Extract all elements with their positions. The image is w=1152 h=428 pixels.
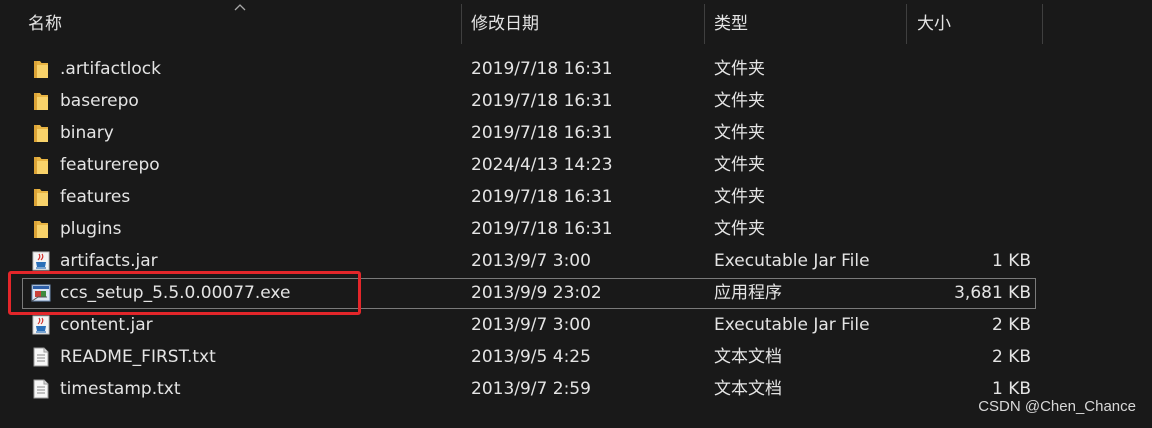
file-date: 2019/7/18 16:31 [471,91,613,111]
column-header-date[interactable]: 修改日期 [471,0,539,44]
file-date: 2013/9/7 2:59 [471,379,591,399]
column-divider[interactable] [1042,4,1043,44]
file-size [880,117,1031,149]
file-size: 1 KB [991,251,1031,271]
folder-icon [30,186,52,208]
file-type: 文件夹 [714,187,765,207]
watermark: CSDN @Chen_Chance [978,398,1136,415]
file-size [880,53,1031,85]
column-divider[interactable] [704,4,705,44]
file-date: 2019/7/18 16:31 [471,219,613,239]
file-date: 2019/7/18 16:31 [471,187,613,207]
file-row[interactable]: baserepo 2019/7/18 16:31 文件夹 [0,85,1152,117]
file-size: 2 KB [991,347,1031,367]
file-type: 文件夹 [714,155,765,175]
file-type: Executable Jar File [714,251,870,271]
folder-icon [30,154,52,176]
file-row[interactable]: features 2019/7/18 16:31 文件夹 [0,181,1152,213]
file-date: 2019/7/18 16:31 [471,123,613,143]
text-file-icon [30,346,52,368]
file-type: 文件夹 [714,219,765,239]
file-type: 文本文档 [714,379,782,399]
file-row[interactable]: featurerepo 2024/4/13 14:23 文件夹 [0,149,1152,181]
folder-icon [30,218,52,240]
file-size: 2 KB [991,315,1031,335]
jar-icon [30,250,52,272]
column-header-type[interactable]: 类型 [714,0,748,44]
file-type: 文件夹 [714,59,765,79]
file-row[interactable]: README_FIRST.txt 2013/9/5 4:25 文本文档 2 KB [0,341,1152,373]
file-type: 文本文档 [714,347,782,367]
column-header-size[interactable]: 大小 [917,0,951,44]
file-size [880,85,1031,117]
red-highlight-annotation [8,271,361,315]
file-date: 2013/9/9 23:02 [471,283,602,303]
file-name: README_FIRST.txt [60,347,216,367]
file-date: 2019/7/18 16:31 [471,59,613,79]
file-row[interactable]: plugins 2019/7/18 16:31 文件夹 [0,213,1152,245]
file-row[interactable]: binary 2019/7/18 16:31 文件夹 [0,117,1152,149]
file-name: timestamp.txt [60,379,181,399]
sort-ascending-icon [234,4,246,11]
file-type: 文件夹 [714,91,765,111]
file-row[interactable]: .artifactlock 2019/7/18 16:31 文件夹 [0,53,1152,85]
file-date: 2013/9/7 3:00 [471,251,591,271]
column-divider[interactable] [906,4,907,44]
file-type: 文件夹 [714,123,765,143]
text-file-icon [30,378,52,400]
file-name: baserepo [60,91,139,111]
file-size: 3,681 KB [954,283,1031,303]
column-divider[interactable] [461,4,462,44]
folder-icon [30,90,52,112]
file-date: 2024/4/13 14:23 [471,155,613,175]
jar-icon [30,314,52,336]
file-size [880,213,1031,245]
file-name: featurerepo [60,155,160,175]
file-name: binary [60,123,114,143]
file-name: plugins [60,219,122,239]
file-size [880,181,1031,213]
file-type: 应用程序 [714,283,782,303]
file-name: features [60,187,131,207]
folder-icon [30,58,52,80]
column-header-bar: 名称 修改日期 类型 大小 [0,0,1152,44]
file-name: .artifactlock [60,59,161,79]
column-header-name[interactable]: 名称 [28,0,62,44]
file-type: Executable Jar File [714,315,870,335]
file-date: 2013/9/7 3:00 [471,315,591,335]
file-size [880,149,1031,181]
folder-icon [30,122,52,144]
file-date: 2013/9/5 4:25 [471,347,591,367]
